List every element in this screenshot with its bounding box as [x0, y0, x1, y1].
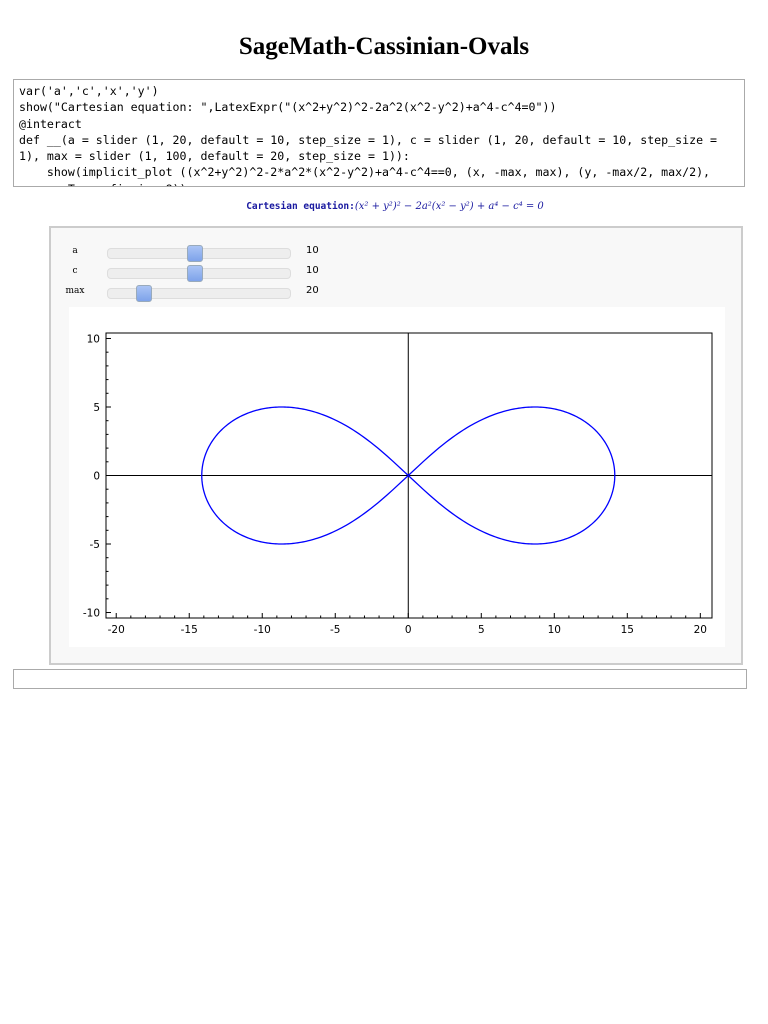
slider-a[interactable] [107, 245, 291, 262]
interact-panel: a 10 c 10 max 20 -20 -15 -10 -5 0 5 10 15 20 -10-… [49, 226, 743, 665]
slider-thumb[interactable] [136, 285, 153, 302]
latex-output: Cartesian equation:(x² + y²)² − 2a²(x² −… [0, 201, 768, 212]
slider-value: 20 [306, 285, 319, 296]
slider-label: max [65, 286, 85, 296]
slider-thumb[interactable] [187, 265, 204, 282]
slider-label: c [72, 266, 78, 276]
implicit-plot: -20 -15 -10 -5 0 5 10 15 20 -10 -5 0 5 10 [83, 332, 713, 636]
slider-label: a [72, 246, 78, 256]
latex-label: Cartesian equation: [246, 201, 355, 212]
code-cell-input[interactable]: var('a','c','x','y') show("Cartesian equ… [13, 79, 745, 187]
slider-c[interactable] [107, 265, 291, 282]
slider-row-max: max 20 [51, 285, 351, 302]
y-tick-label: 5 [93, 402, 100, 414]
x-tick-label: -20 [108, 624, 125, 636]
y-tick-label: -10 [83, 608, 100, 620]
slider-thumb[interactable] [187, 245, 204, 262]
slider-value: 10 [306, 245, 319, 256]
x-tick-label: 0 [405, 624, 412, 636]
x-tick-label: 10 [548, 624, 561, 636]
slider-value: 10 [306, 265, 319, 276]
x-tick-label: -5 [330, 624, 340, 636]
y-tick-label: 10 [87, 333, 100, 345]
slider-row-c: c 10 [51, 265, 351, 282]
x-tick-label: -10 [254, 624, 271, 636]
x-tick-label: -15 [181, 624, 198, 636]
x-tick-label: 20 [694, 624, 707, 636]
latex-equation: (x² + y²)² − 2a²(x² − y²) + a⁴ − c⁴ = 0 [354, 201, 544, 212]
slider-max[interactable] [107, 285, 291, 302]
slider-row-a: a 10 [51, 245, 351, 262]
page-title: SageMath-Cassinian-Ovals [238, 33, 530, 60]
plot-area: -20 -15 -10 -5 0 5 10 15 20 -10 -5 0 5 10 [69, 307, 725, 647]
x-tick-label: 5 [478, 624, 485, 636]
y-tick-label: 0 [93, 471, 100, 483]
x-tick-label: 15 [621, 624, 634, 636]
output-cell [13, 669, 747, 689]
y-tick-label: -5 [90, 539, 100, 551]
